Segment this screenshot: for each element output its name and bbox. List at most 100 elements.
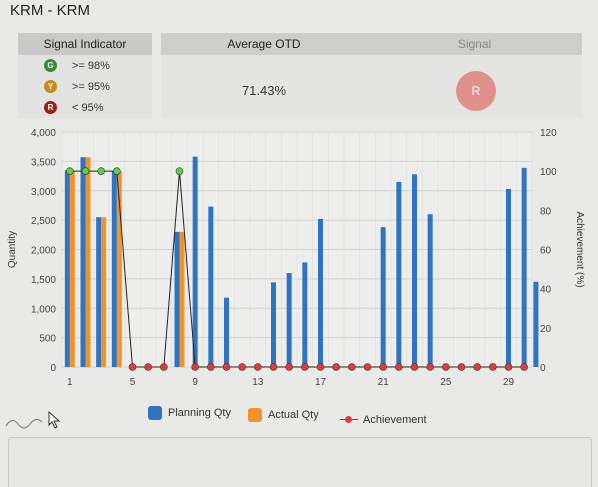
x-tick-label: 21 bbox=[378, 377, 390, 388]
planning-bar bbox=[396, 181, 402, 367]
planning-bar bbox=[271, 282, 276, 367]
y-tick-label: 0 bbox=[50, 363, 56, 374]
y-tick-label: 4,000 bbox=[31, 128, 56, 139]
achievement-point bbox=[363, 363, 372, 371]
achievement-point bbox=[128, 363, 137, 371]
y-tick-label: 1,000 bbox=[31, 304, 56, 315]
planning-bar bbox=[521, 167, 527, 367]
legend-planning-label: Planning Qty bbox=[168, 407, 231, 419]
bottom-panel[interactable] bbox=[8, 437, 592, 487]
average-otd-panel: Average OTD 71.43% bbox=[161, 33, 367, 118]
indicator-row-yellow: Y >= 95% bbox=[18, 76, 152, 97]
achievement-point bbox=[222, 363, 231, 371]
achievement-point bbox=[457, 363, 466, 371]
y2-tick-label: 100 bbox=[540, 167, 557, 178]
average-otd-value: 71.43% bbox=[241, 83, 287, 98]
y2-tick-label: 60 bbox=[540, 246, 552, 257]
y2-tick-label: 40 bbox=[540, 285, 552, 296]
achievement-point bbox=[113, 167, 121, 175]
otd-chart: 0 500 1,000 1,500 2,000 2,500 3,000 3,500 4,000 0… bbox=[7, 128, 585, 388]
achievement-point bbox=[238, 363, 246, 371]
y-axis-label: Quantity bbox=[7, 231, 18, 268]
scribble-icon bbox=[5, 418, 43, 429]
y2-tick-label: 20 bbox=[540, 324, 552, 335]
indicator-label-red: < 95% bbox=[72, 101, 104, 114]
planning-bar bbox=[111, 171, 117, 367]
achievement-point bbox=[395, 363, 403, 371]
achievement-line-icon bbox=[340, 415, 358, 425]
achievement-point bbox=[316, 363, 325, 371]
legend-achievement[interactable]: Achievement bbox=[340, 414, 427, 426]
achievement-point bbox=[473, 363, 481, 371]
achievement-point bbox=[175, 167, 184, 175]
achievement-point bbox=[144, 363, 152, 371]
signal-indicator-header: Signal Indicator bbox=[18, 33, 152, 55]
planning-bar bbox=[80, 157, 86, 367]
planning-bar bbox=[286, 273, 292, 367]
y-tick-label: 2,000 bbox=[31, 246, 56, 257]
signal-header: Signal bbox=[367, 33, 582, 55]
achievement-point bbox=[191, 363, 199, 371]
x-tick-label: 17 bbox=[315, 377, 327, 388]
planning-bar bbox=[412, 174, 417, 367]
planning-bar bbox=[96, 217, 102, 367]
actual-bar bbox=[69, 171, 75, 367]
y2-tick-label: 0 bbox=[540, 363, 546, 374]
achievement-point bbox=[410, 363, 419, 371]
planning-bar bbox=[174, 231, 180, 367]
planning-bar bbox=[208, 206, 214, 367]
achievement-point bbox=[504, 363, 513, 371]
achievement-point bbox=[160, 363, 168, 371]
planning-bar bbox=[427, 214, 433, 367]
x-tick-label: 29 bbox=[503, 377, 515, 388]
planning-bar bbox=[533, 281, 539, 367]
signal-indicator-panel: Signal Indicator G >= 98% Y >= 95% R < 9… bbox=[18, 33, 152, 118]
indicator-label-green: >= 98% bbox=[72, 59, 110, 72]
y2-tick-label: 80 bbox=[540, 206, 552, 217]
achievement-point bbox=[207, 363, 215, 371]
actual-bar bbox=[179, 231, 185, 367]
y-tick-label: 500 bbox=[39, 334, 56, 345]
x-tick-label: 5 bbox=[130, 377, 136, 388]
y-tick-label: 1,500 bbox=[31, 275, 56, 286]
signal-panel: Signal R bbox=[367, 33, 582, 118]
achievement-point bbox=[442, 363, 450, 371]
x-tick-label: 1 bbox=[67, 377, 73, 388]
page-title: KRM - KRM bbox=[10, 2, 90, 19]
achievement-point bbox=[254, 363, 262, 371]
y-tick-label: 3,000 bbox=[31, 187, 56, 198]
indicator-row-red: R < 95% bbox=[18, 97, 152, 118]
y2-tick-label: 120 bbox=[540, 128, 557, 139]
achievement-point bbox=[66, 167, 74, 175]
actual-bar bbox=[85, 157, 91, 367]
planning-bar bbox=[506, 188, 511, 367]
legend-planning[interactable]: Planning Qty bbox=[148, 406, 231, 420]
achievement-point bbox=[426, 363, 434, 371]
planning-swatch-icon bbox=[148, 406, 162, 420]
signal-status-badge: R bbox=[456, 71, 496, 111]
planning-bar bbox=[64, 170, 70, 367]
achievement-point bbox=[81, 167, 90, 175]
planning-bar bbox=[192, 156, 198, 367]
x-tick-label: 9 bbox=[192, 377, 198, 388]
achievement-point bbox=[332, 363, 340, 371]
achievement-point bbox=[269, 363, 278, 371]
achievement-point bbox=[348, 363, 356, 371]
green-signal-icon: G bbox=[44, 59, 57, 72]
indicator-row-green: G >= 98% bbox=[18, 55, 152, 76]
achievement-point bbox=[301, 363, 309, 371]
planning-bar bbox=[380, 227, 386, 367]
legend-actual-label: Actual Qty bbox=[268, 409, 319, 421]
planning-bar bbox=[318, 218, 323, 367]
legend-achievement-label: Achievement bbox=[363, 414, 427, 426]
achievement-point bbox=[489, 363, 497, 371]
indicator-label-yellow: >= 95% bbox=[72, 80, 110, 93]
y-tick-label: 3,500 bbox=[31, 157, 56, 168]
chart-legend: Planning Qty Actual Qty Achievement bbox=[0, 406, 598, 430]
average-otd-header: Average OTD bbox=[161, 33, 367, 55]
yellow-signal-icon: Y bbox=[44, 80, 57, 93]
red-signal-icon: R bbox=[44, 101, 57, 114]
mouse-cursor-icon bbox=[48, 411, 61, 429]
x-tick-label: 25 bbox=[440, 377, 452, 388]
legend-actual[interactable]: Actual Qty bbox=[248, 408, 319, 422]
